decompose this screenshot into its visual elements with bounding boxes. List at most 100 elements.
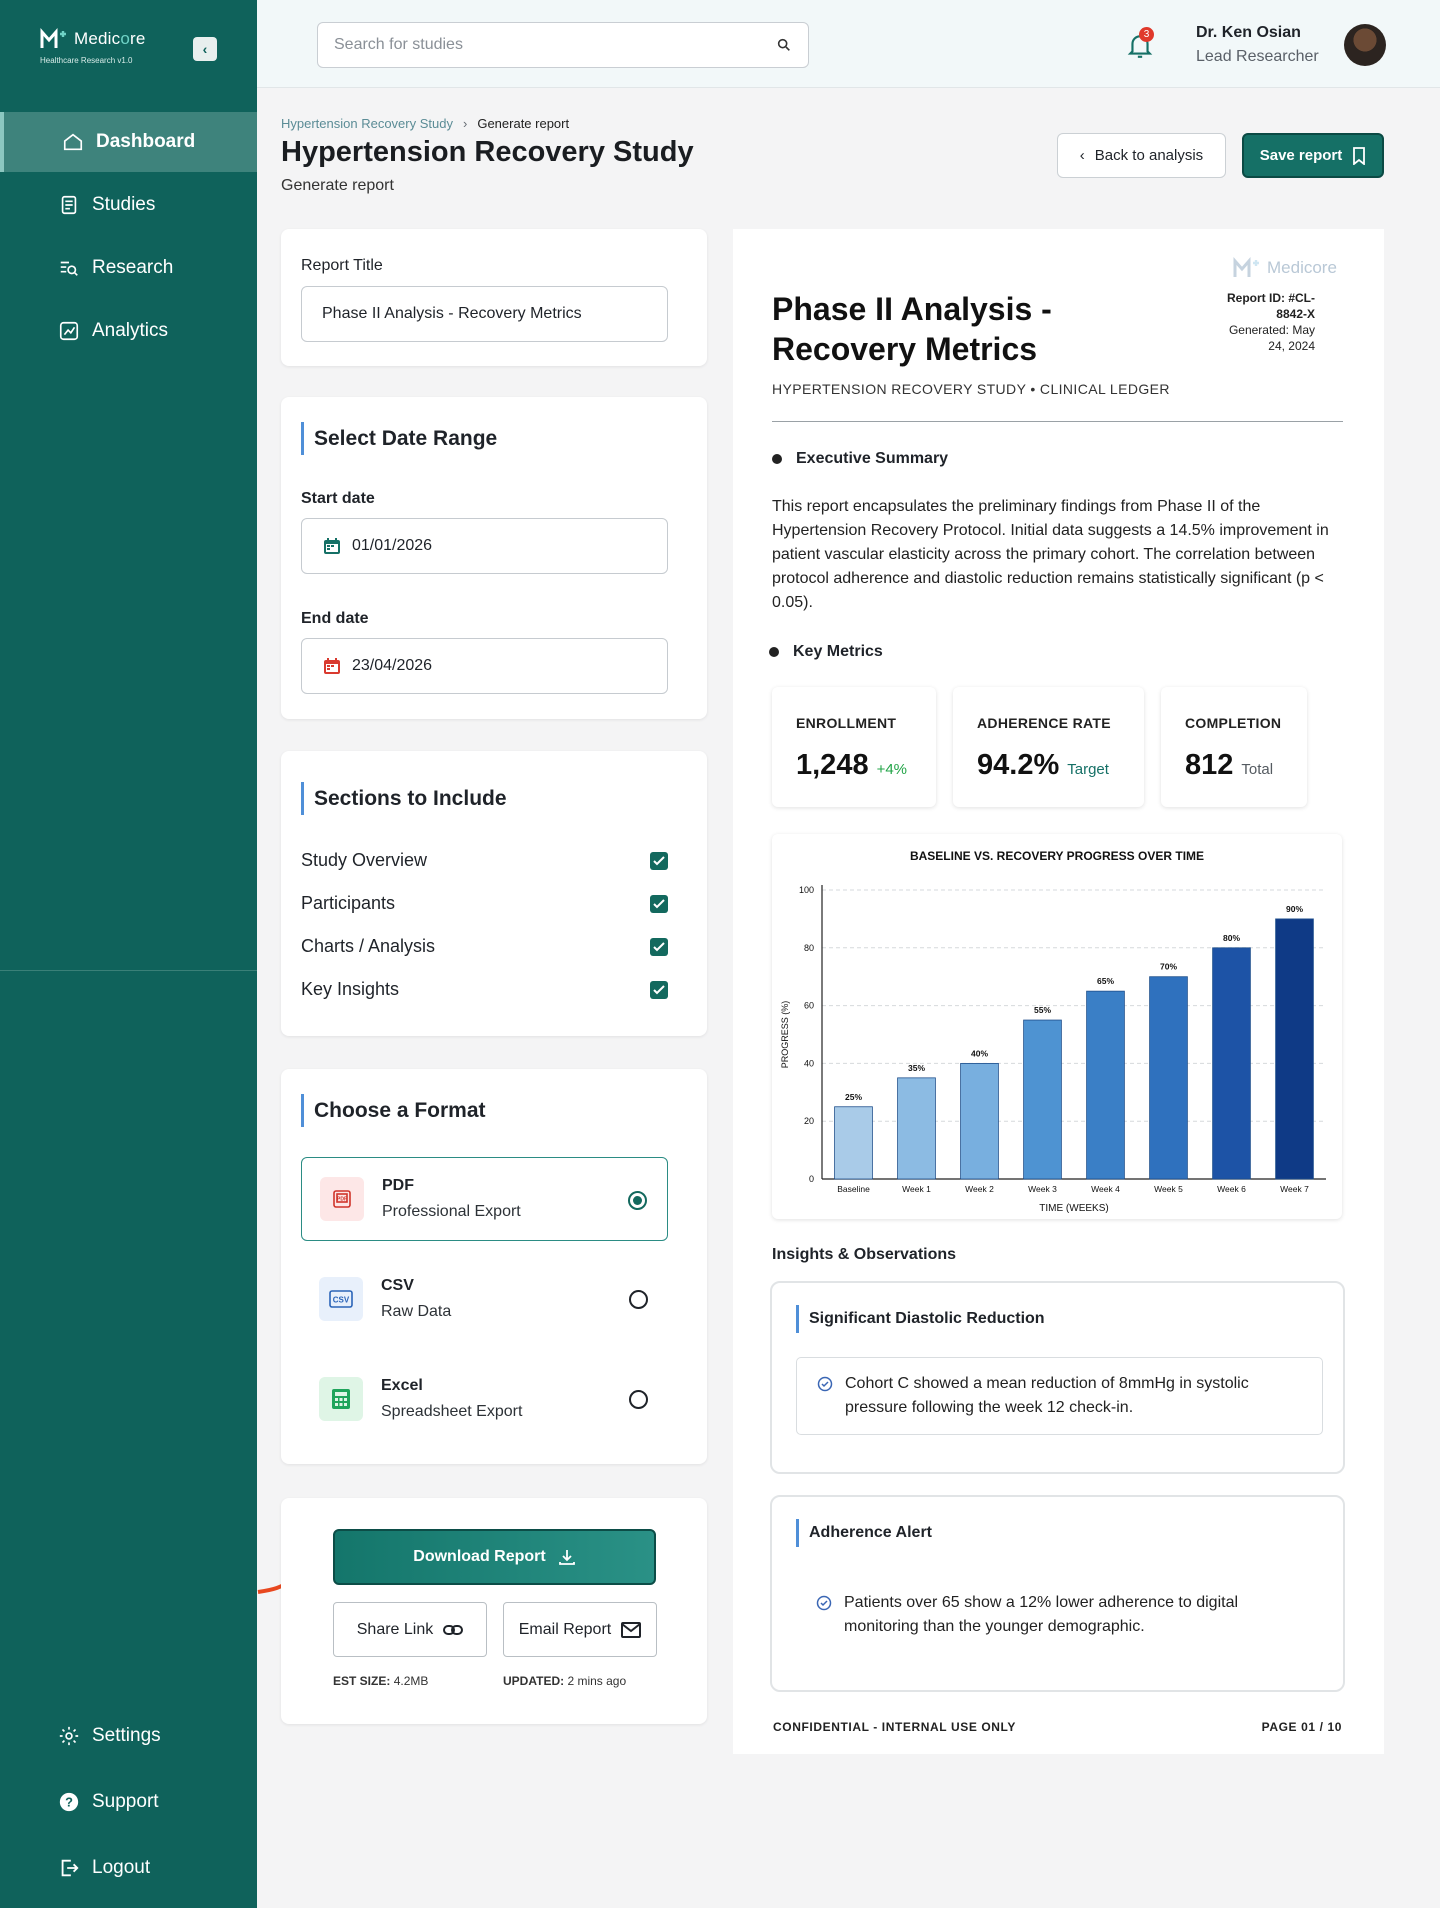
check-icon <box>653 855 665 865</box>
medicore-logo-icon <box>1233 257 1259 277</box>
format-option-csv[interactable]: CSV CSV Raw Data <box>301 1257 668 1341</box>
back-to-analysis-button[interactable]: ‹ Back to analysis <box>1057 133 1226 178</box>
format-option-excel[interactable]: Excel Spreadsheet Export <box>301 1357 668 1441</box>
collapse-sidebar-button[interactable]: ‹ <box>193 37 217 61</box>
breadcrumb-link[interactable]: Hypertension Recovery Study <box>281 116 453 131</box>
estimated-size: EST SIZE: 4.2MB <box>333 1674 429 1688</box>
section-row-participants[interactable]: Participants <box>301 882 668 925</box>
insights-heading: Insights & Observations <box>772 1246 957 1263</box>
sections-heading: Sections to Include <box>301 782 507 815</box>
metric-label: ADHERENCE RATE <box>977 715 1111 731</box>
y-tick-label: 0 <box>809 1174 814 1184</box>
chart-bar <box>1149 976 1188 1180</box>
nav-item-research[interactable]: Research <box>0 238 257 298</box>
nav-item-dashboard[interactable]: Dashboard <box>0 112 257 172</box>
top-bar: 3 Dr. Ken Osian Lead Researcher <box>257 0 1440 88</box>
format-card: Choose a Format PDF PDF Professional Exp… <box>281 1069 707 1464</box>
end-date-value: 23/04/2026 <box>352 657 433 674</box>
bullet-icon <box>772 454 782 464</box>
progress-chart-card: BASELINE VS. RECOVERY PROGRESS OVER TIME… <box>772 834 1342 1219</box>
chevron-left-icon: ‹ <box>1079 147 1085 164</box>
metric-note: +4% <box>876 761 908 778</box>
medicore-logo-icon <box>40 28 66 48</box>
x-tick-label: Week 4 <box>1091 1184 1120 1194</box>
back-label: Back to analysis <box>1094 147 1204 164</box>
checkbox[interactable] <box>650 851 668 870</box>
nav-item-studies[interactable]: Studies <box>0 175 257 235</box>
bookmark-icon <box>1353 146 1366 165</box>
share-link-button[interactable]: Share Link <box>333 1602 487 1657</box>
brand: Medicore Healthcare Research v1.0 <box>40 28 146 65</box>
nav-item-settings[interactable]: Settings <box>0 1704 257 1767</box>
breadcrumb: Hypertension Recovery Study › Generate r… <box>281 116 569 131</box>
email-report-button[interactable]: Email Report <box>503 1602 657 1657</box>
bar-data-label: 80% <box>1223 933 1240 943</box>
gear-icon <box>59 1726 79 1745</box>
y-tick-label: 80 <box>804 943 814 953</box>
format-option-pdf[interactable]: PDF PDF Professional Export <box>301 1157 668 1241</box>
y-axis-label: PROGRESS (%) <box>780 1001 790 1069</box>
nav-item-logout[interactable]: Logout <box>0 1836 257 1899</box>
checkbox[interactable] <box>650 937 668 956</box>
nav-item-support[interactable]: ? Support <box>0 1770 257 1833</box>
x-tick-label: Week 5 <box>1154 1184 1183 1194</box>
avatar[interactable] <box>1344 24 1386 66</box>
metric-label: ENROLLMENT <box>796 715 897 731</box>
nav-label: Analytics <box>92 320 169 341</box>
end-date-field[interactable]: 23/04/2026 <box>301 638 668 694</box>
sidebar-divider <box>0 970 257 971</box>
report-logo: Medicore <box>1233 257 1337 279</box>
x-tick-label: Week 2 <box>965 1184 994 1194</box>
start-date-field[interactable]: 01/01/2026 <box>301 518 668 574</box>
link-icon <box>443 1624 464 1635</box>
user-role: Lead Researcher <box>1196 48 1319 65</box>
section-row-charts-analysis[interactable]: Charts / Analysis <box>301 925 668 968</box>
nav-label: Dashboard <box>96 131 196 152</box>
y-tick-label: 40 <box>804 1058 814 1068</box>
brand-subtitle: Healthcare Research v1.0 <box>40 56 133 65</box>
format-subtitle: Spreadsheet Export <box>381 1403 523 1420</box>
home-icon <box>63 133 83 151</box>
document-icon <box>61 195 77 215</box>
checkbox[interactable] <box>650 980 668 999</box>
page-number: PAGE 01 / 10 <box>1261 1720 1342 1734</box>
search-list-icon <box>60 261 78 276</box>
search-icon[interactable] <box>776 37 792 53</box>
section-row-study-overview[interactable]: Study Overview <box>301 839 668 882</box>
radio-button[interactable] <box>628 1191 647 1210</box>
format-title: PDF <box>382 1177 414 1194</box>
search-input[interactable] <box>334 36 776 54</box>
chevron-left-icon: ‹ <box>202 41 208 57</box>
metric-value: 1,248 +4% <box>796 749 908 781</box>
chart-bar <box>1212 947 1251 1180</box>
report-title-input[interactable]: Phase II Analysis - Recovery Metrics <box>301 286 668 342</box>
share-label: Share Link <box>356 1620 434 1638</box>
sections-list: Study Overview Participants Charts / Ana… <box>301 839 668 1011</box>
download-report-button[interactable]: Download Report <box>333 1529 656 1585</box>
report-generated-date: Generated: May 24, 2024 <box>1228 323 1315 353</box>
insight-body: Patients over 65 show a 12% lower adhere… <box>796 1577 1323 1653</box>
insight-card-adherence: Adherence Alert Patients over 65 show a … <box>770 1495 1345 1692</box>
svg-text:CSV: CSV <box>333 1296 350 1305</box>
save-report-button[interactable]: Save report <box>1242 133 1384 178</box>
radio-button[interactable] <box>629 1390 648 1409</box>
download-icon <box>558 1550 575 1565</box>
calendar-icon <box>324 538 340 554</box>
x-tick-label: Week 1 <box>902 1184 931 1194</box>
logout-icon <box>61 1859 79 1876</box>
radio-button[interactable] <box>629 1290 648 1309</box>
y-tick-label: 60 <box>804 1001 814 1011</box>
nav-item-analytics[interactable]: Analytics <box>0 301 257 361</box>
user-name: Dr. Ken Osian <box>1196 24 1301 41</box>
check-circle-icon <box>816 1595 832 1611</box>
report-id: Report ID: #CL-8842-X <box>1227 291 1315 321</box>
check-icon <box>653 898 665 908</box>
nav-label: Settings <box>92 1724 161 1746</box>
checkbox[interactable] <box>650 894 668 913</box>
chart-title: BASELINE VS. RECOVERY PROGRESS OVER TIME <box>910 849 1204 863</box>
x-axis-label: TIME (WEEKS) <box>1039 1203 1108 1214</box>
mail-icon <box>621 1621 642 1638</box>
section-row-key-insights[interactable]: Key Insights <box>301 968 668 1011</box>
bullet-icon <box>769 647 779 657</box>
sections-card: Sections to Include Study Overview Parti… <box>281 751 707 1036</box>
